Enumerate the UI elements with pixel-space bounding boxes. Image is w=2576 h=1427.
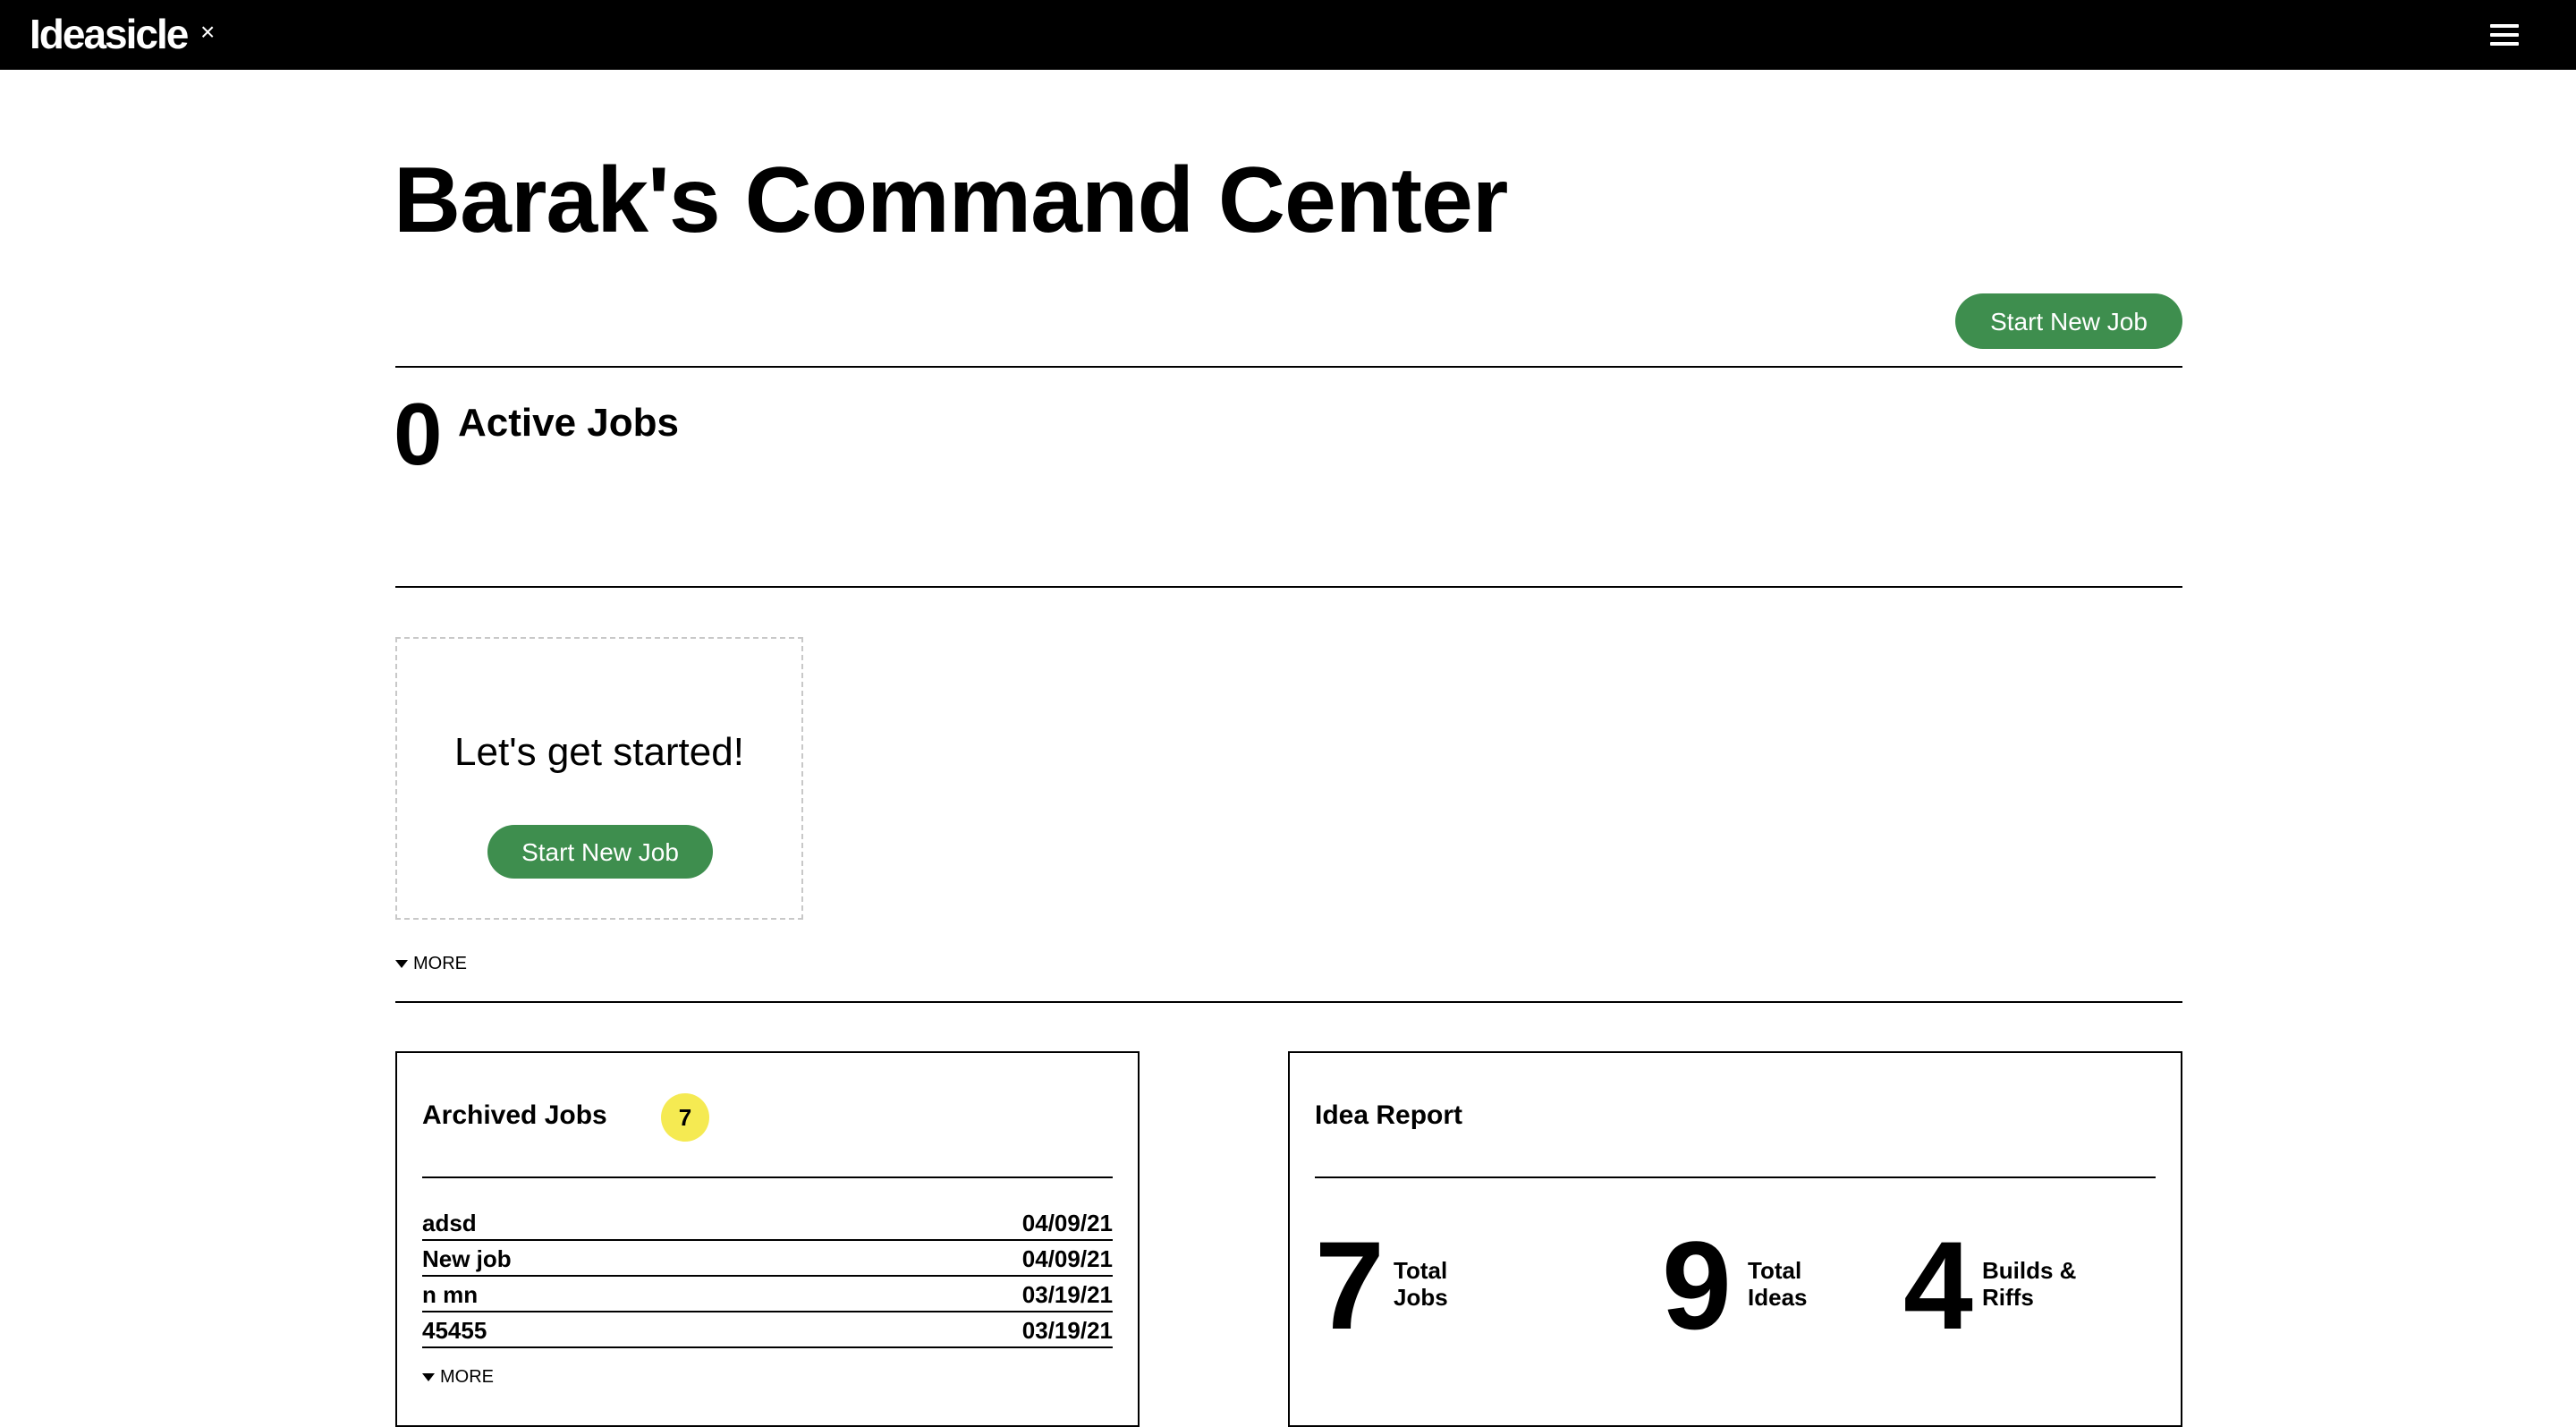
job-date: 03/19/21 (1021, 1317, 1113, 1344)
panel-divider (422, 1176, 1113, 1178)
caret-down-icon (395, 960, 408, 969)
stat-label: Builds & Riffs (1982, 1257, 2077, 1311)
active-jobs-label: Active Jobs (458, 401, 679, 445)
top-navbar: Ideasicle × (0, 0, 2576, 70)
divider (395, 586, 2182, 588)
archived-more-toggle[interactable]: MORE (422, 1366, 494, 1388)
archived-jobs-title: Archived Jobs (422, 1100, 607, 1130)
job-date: 04/09/21 (1021, 1245, 1113, 1272)
job-date: 03/19/21 (1021, 1281, 1113, 1308)
job-name: adsd (422, 1210, 477, 1236)
more-toggle[interactable]: MORE (395, 953, 467, 974)
get-started-text: Let's get started! (454, 730, 744, 774)
idea-report-panel: Idea Report 7 Total Jobs 9 Total Ideas 4… (1288, 1051, 2182, 1427)
stat-label: Total Jobs (1394, 1257, 1448, 1311)
stat-label: Total Ideas (1748, 1257, 1808, 1311)
more-label: MORE (413, 954, 467, 973)
more-label: MORE (440, 1367, 494, 1387)
stat-value: 9 (1662, 1215, 1732, 1355)
stat-value: 4 (1903, 1215, 1973, 1355)
panel-divider (1315, 1176, 2156, 1178)
archived-job-row[interactable]: adsd 04/09/21 (422, 1205, 1113, 1241)
get-started-card: Let's get started! Start New Job (395, 637, 803, 920)
archived-jobs-panel: Archived Jobs 7 adsd 04/09/21 New job 04… (395, 1051, 1140, 1427)
divider (395, 1001, 2182, 1003)
archived-job-row[interactable]: New job 04/09/21 (422, 1241, 1113, 1277)
job-name: New job (422, 1245, 512, 1272)
divider (395, 366, 2182, 368)
idea-report-title: Idea Report (1315, 1100, 1463, 1130)
start-new-job-button[interactable]: Start New Job (1955, 293, 2182, 349)
archived-count-badge: 7 (661, 1093, 709, 1142)
card-start-new-job-button[interactable]: Start New Job (487, 825, 713, 879)
stat-value: 7 (1315, 1215, 1385, 1355)
caret-down-icon (422, 1373, 435, 1382)
job-date: 04/09/21 (1021, 1210, 1113, 1236)
hamburger-menu-icon[interactable] (2490, 24, 2519, 46)
job-name: n mn (422, 1281, 479, 1308)
archived-job-row[interactable]: 45455 03/19/21 (422, 1312, 1113, 1348)
brand-logo[interactable]: Ideasicle (30, 11, 189, 57)
close-icon[interactable]: × (200, 18, 215, 47)
job-name: 45455 (422, 1317, 487, 1344)
archived-jobs-list: adsd 04/09/21 New job 04/09/21 n mn 03/1… (422, 1205, 1113, 1348)
active-jobs-count: 0 (394, 385, 443, 483)
page-title: Barak's Command Center (394, 149, 1508, 252)
archived-job-row[interactable]: n mn 03/19/21 (422, 1277, 1113, 1312)
